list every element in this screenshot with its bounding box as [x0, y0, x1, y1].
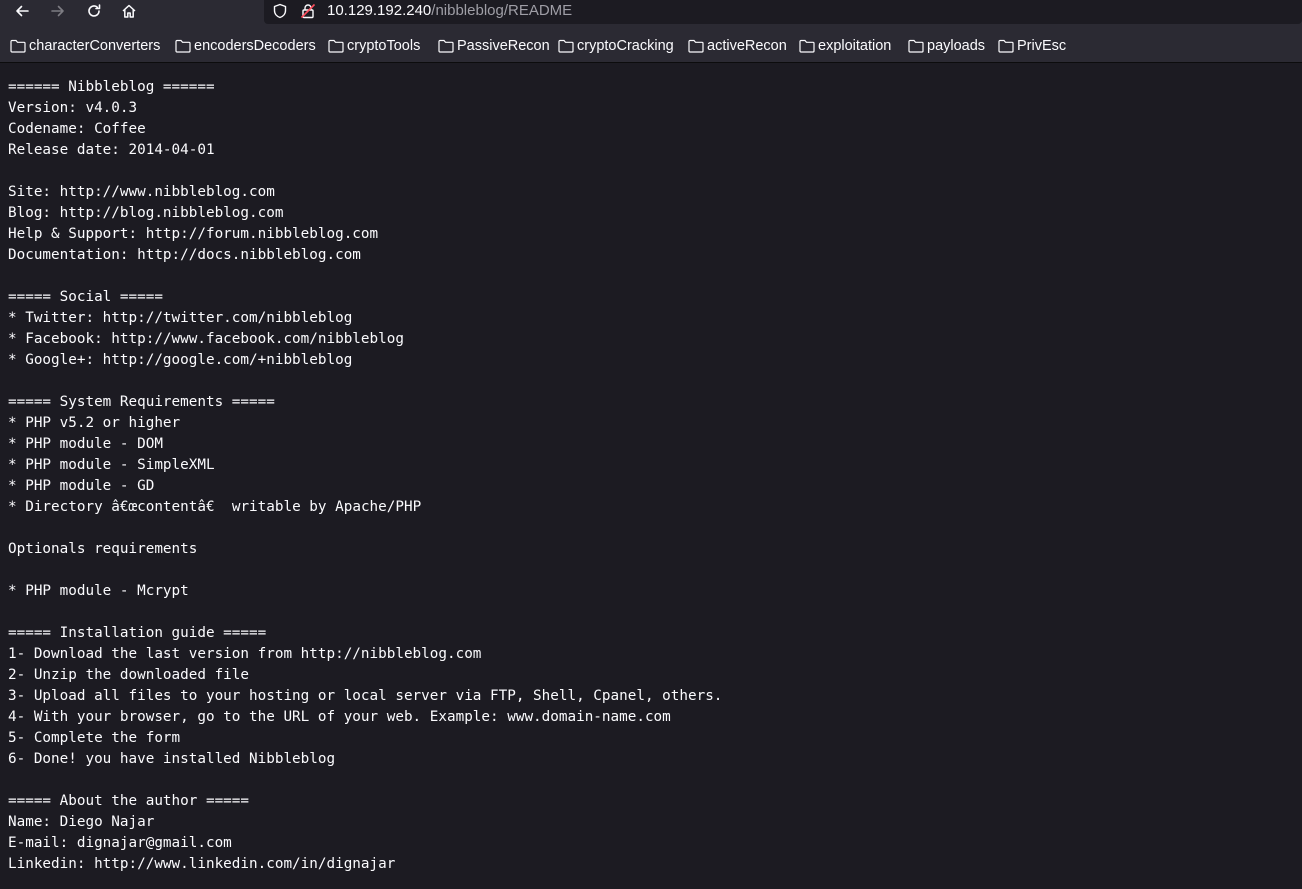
bookmark-label: exploitation	[818, 38, 892, 54]
back-button[interactable]	[10, 0, 34, 22]
doc-line	[8, 371, 1294, 392]
bookmark-folder-cryptotools[interactable]: cryptoTools	[328, 34, 420, 58]
home-icon	[121, 3, 137, 19]
navigation-toolbar: 10.129.192.240/nibbleblog/README	[0, 0, 1302, 26]
doc-line: Codename: Coffee	[8, 121, 146, 137]
doc-line: Linkedin: http://www.linkedin.com/in/dig…	[8, 856, 396, 872]
doc-line: 1- Download the last version from http:/…	[8, 646, 482, 662]
bookmark-label: activeRecon	[707, 38, 787, 54]
folder-icon	[438, 39, 454, 53]
doc-line	[8, 560, 1294, 581]
doc-line: * PHP module - SimpleXML	[8, 457, 215, 473]
doc-line: ====== Nibbleblog ======	[8, 79, 215, 95]
doc-line	[8, 266, 1294, 287]
bookmark-folder-activerecon[interactable]: activeRecon	[688, 34, 787, 58]
doc-line: * Twitter: http://twitter.com/nibbleblog	[8, 310, 353, 326]
bookmark-folder-payloads[interactable]: payloads	[908, 34, 985, 58]
browser-chrome: 10.129.192.240/nibbleblog/README charact…	[0, 0, 1302, 63]
doc-line: Documentation: http://docs.nibbleblog.co…	[8, 247, 361, 263]
bookmark-label: PrivEsc	[1017, 38, 1067, 54]
doc-line: ===== About the author =====	[8, 793, 250, 809]
doc-line: * Google+: http://google.com/+nibbleblog	[8, 352, 353, 368]
doc-line: * Directory â€œcontentâ€ writable by Ap…	[8, 499, 422, 515]
doc-line	[8, 770, 1294, 791]
doc-line	[8, 518, 1294, 539]
doc-line: E-mail: dignajar@gmail.com	[8, 835, 232, 851]
url-host: 10.129.192.240	[327, 2, 432, 19]
folder-icon	[688, 39, 704, 53]
bookmark-label: cryptoTools	[347, 38, 421, 54]
bookmark-label: PassiveRecon	[457, 38, 550, 54]
folder-icon	[10, 39, 26, 53]
bookmark-label: cryptoCracking	[577, 38, 674, 54]
url-path: /nibbleblog/README	[431, 2, 573, 19]
reload-button[interactable]	[82, 0, 106, 22]
doc-line: 6- Done! you have installed Nibbleblog	[8, 751, 336, 767]
doc-line: 4- With your browser, go to the URL of y…	[8, 709, 671, 725]
doc-line: * Facebook: http://www.facebook.com/nibb…	[8, 331, 404, 347]
doc-line: * PHP module - DOM	[8, 436, 163, 452]
shield-icon[interactable]	[272, 3, 288, 19]
forward-button[interactable]	[46, 0, 70, 22]
doc-line: Blog: http://blog.nibbleblog.com	[8, 205, 284, 221]
bookmark-folder-exploitation[interactable]: exploitation	[799, 34, 891, 58]
doc-line: Optionals requirements	[8, 541, 198, 557]
doc-line: Release date: 2014-04-01	[8, 142, 215, 158]
folder-icon	[908, 39, 924, 53]
bookmark-label: payloads	[927, 38, 986, 54]
bookmark-label: characterConverters	[29, 38, 161, 54]
folder-icon	[998, 39, 1014, 53]
doc-line	[8, 161, 1294, 182]
doc-line: ===== System Requirements =====	[8, 394, 275, 410]
doc-line: ===== Installation guide =====	[8, 625, 267, 641]
bookmark-folder-characterconverters[interactable]: characterConverters	[10, 34, 160, 58]
arrow-right-icon	[50, 3, 66, 19]
doc-line: Version: v4.0.3	[8, 100, 138, 116]
doc-line	[8, 602, 1294, 623]
bookmark-label: encodersDecoders	[194, 38, 316, 54]
insecure-lock-icon[interactable]	[300, 3, 316, 19]
doc-line: Name: Diego Najar	[8, 814, 155, 830]
folder-icon	[799, 39, 815, 53]
bookmark-folder-privesc[interactable]: PrivEsc	[998, 34, 1066, 58]
folder-icon	[175, 39, 191, 53]
doc-line: * PHP module - Mcrypt	[8, 583, 189, 599]
folder-icon	[328, 39, 344, 53]
doc-line: 5- Complete the form	[8, 730, 181, 746]
reload-icon	[86, 3, 102, 19]
readme-document: ====== Nibbleblog ====== Version: v4.0.3 C…	[8, 77, 1294, 875]
bookmark-folder-cryptocracking[interactable]: cryptoCracking	[558, 34, 674, 58]
bookmark-folder-encodersdecoders[interactable]: encodersDecoders	[175, 34, 316, 58]
doc-line: Site: http://www.nibbleblog.com	[8, 184, 275, 200]
doc-line: * PHP module - GD	[8, 478, 155, 494]
url-text[interactable]: 10.129.192.240/nibbleblog/README	[327, 1, 572, 21]
bookmark-folder-passiverecon[interactable]: PassiveRecon	[438, 34, 550, 58]
bookmarks-toolbar: characterConverters encodersDecoders cry…	[0, 34, 1302, 58]
doc-line: 3- Upload all files to your hosting or l…	[8, 688, 723, 704]
doc-line: Help & Support: http://forum.nibbleblog.…	[8, 226, 379, 242]
arrow-left-icon	[14, 3, 30, 19]
folder-icon	[558, 39, 574, 53]
home-button[interactable]	[117, 0, 141, 22]
doc-line: * PHP v5.2 or higher	[8, 415, 181, 431]
doc-line: 2- Unzip the downloaded file	[8, 667, 250, 683]
doc-line: ===== Social =====	[8, 289, 163, 305]
